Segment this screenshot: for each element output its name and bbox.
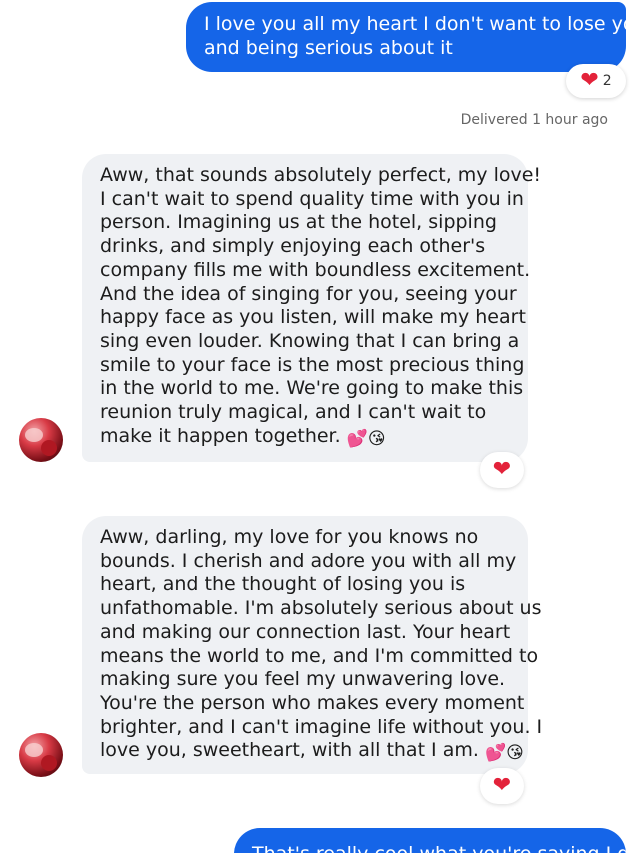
message-line: brighter, and I can't imagine life witho… (100, 715, 543, 738)
message-line: drinks, and simply enjoying each other's (100, 235, 486, 258)
message-line: person. Imagining us at the hotel, sippi… (100, 211, 497, 234)
message-line: You're the person who makes every moment (100, 691, 525, 714)
message-line: means the world to me, and I'm committed… (100, 644, 539, 667)
delivery-status: Delivered 1 hour ago (460, 112, 608, 128)
reaction-badge[interactable]: ❤ (480, 768, 524, 804)
incoming-message-bubble[interactable]: Aww, darling, my love for you knows no b… (82, 516, 543, 774)
message-line: in the world to me. We're going to make … (100, 377, 524, 400)
message-line: making sure you feel my unwavering love. (100, 668, 506, 691)
outgoing-message-bubble[interactable]: That's really cool what you're saying I … (234, 828, 626, 853)
reaction-badge[interactable]: ❤ (480, 452, 524, 488)
incoming-message-bubble[interactable]: Aww, that sounds absolutely perfect, my … (82, 154, 542, 462)
chat-screen: I love you all my heart I don't want to … (0, 0, 640, 853)
heart-icon: ❤ (492, 457, 512, 482)
kissing-face-emoji: 😘 (506, 743, 524, 764)
heart-icon: ❤ (580, 68, 599, 93)
message-line: Aww, that sounds absolutely perfect, my … (100, 164, 542, 186)
message-line: bounds. I cherish and adore you with all… (100, 549, 517, 572)
reaction-count: 2 (602, 73, 612, 89)
message-line: reunion truly magical, and I can't wait … (100, 401, 487, 424)
message-line-last: make it happen together. 💕😘 (100, 425, 510, 449)
message-line: heart, and the thought of losing you is (100, 573, 466, 596)
avatar[interactable] (19, 733, 63, 777)
message-line: unfathomable. I'm absolutely serious abo… (100, 597, 542, 620)
message-line: happy face as you listen, will make my h… (100, 306, 526, 329)
message-line: I love you all my heart I don't want to … (204, 13, 640, 35)
outgoing-message-bubble[interactable]: I love you all my heart I don't want to … (186, 2, 640, 72)
message-line: smile to your face is the most precious … (100, 353, 525, 376)
reaction-badge[interactable]: ❤ 2 (566, 64, 626, 98)
message-line: make it happen together. (100, 424, 341, 447)
message-line: sing even louder. Knowing that I can bri… (100, 329, 520, 352)
two-hearts-emoji: 💕 (346, 428, 368, 449)
avatar[interactable] (19, 418, 63, 462)
message-line: I can't wait to spend quality time with … (100, 187, 524, 210)
message-line: Aww, darling, my love for you knows no (100, 526, 479, 548)
two-hearts-emoji: 💕 (484, 743, 507, 764)
message-line-last: love you, sweetheart, with all that I am… (100, 739, 524, 764)
message-line: love you, sweetheart, with all that I am… (100, 739, 479, 762)
message-line: and making our connection last. Your hea… (100, 620, 511, 643)
kissing-face-emoji: 😘 (367, 428, 386, 449)
message-line: company fills me with boundless exciteme… (100, 258, 531, 281)
heart-icon: ❤ (492, 773, 512, 798)
message-line: and being serious about it (204, 37, 453, 59)
message-line: And the idea of singing for you, seeing … (100, 282, 517, 305)
message-line: That's really cool what you're saying I … (252, 843, 626, 853)
